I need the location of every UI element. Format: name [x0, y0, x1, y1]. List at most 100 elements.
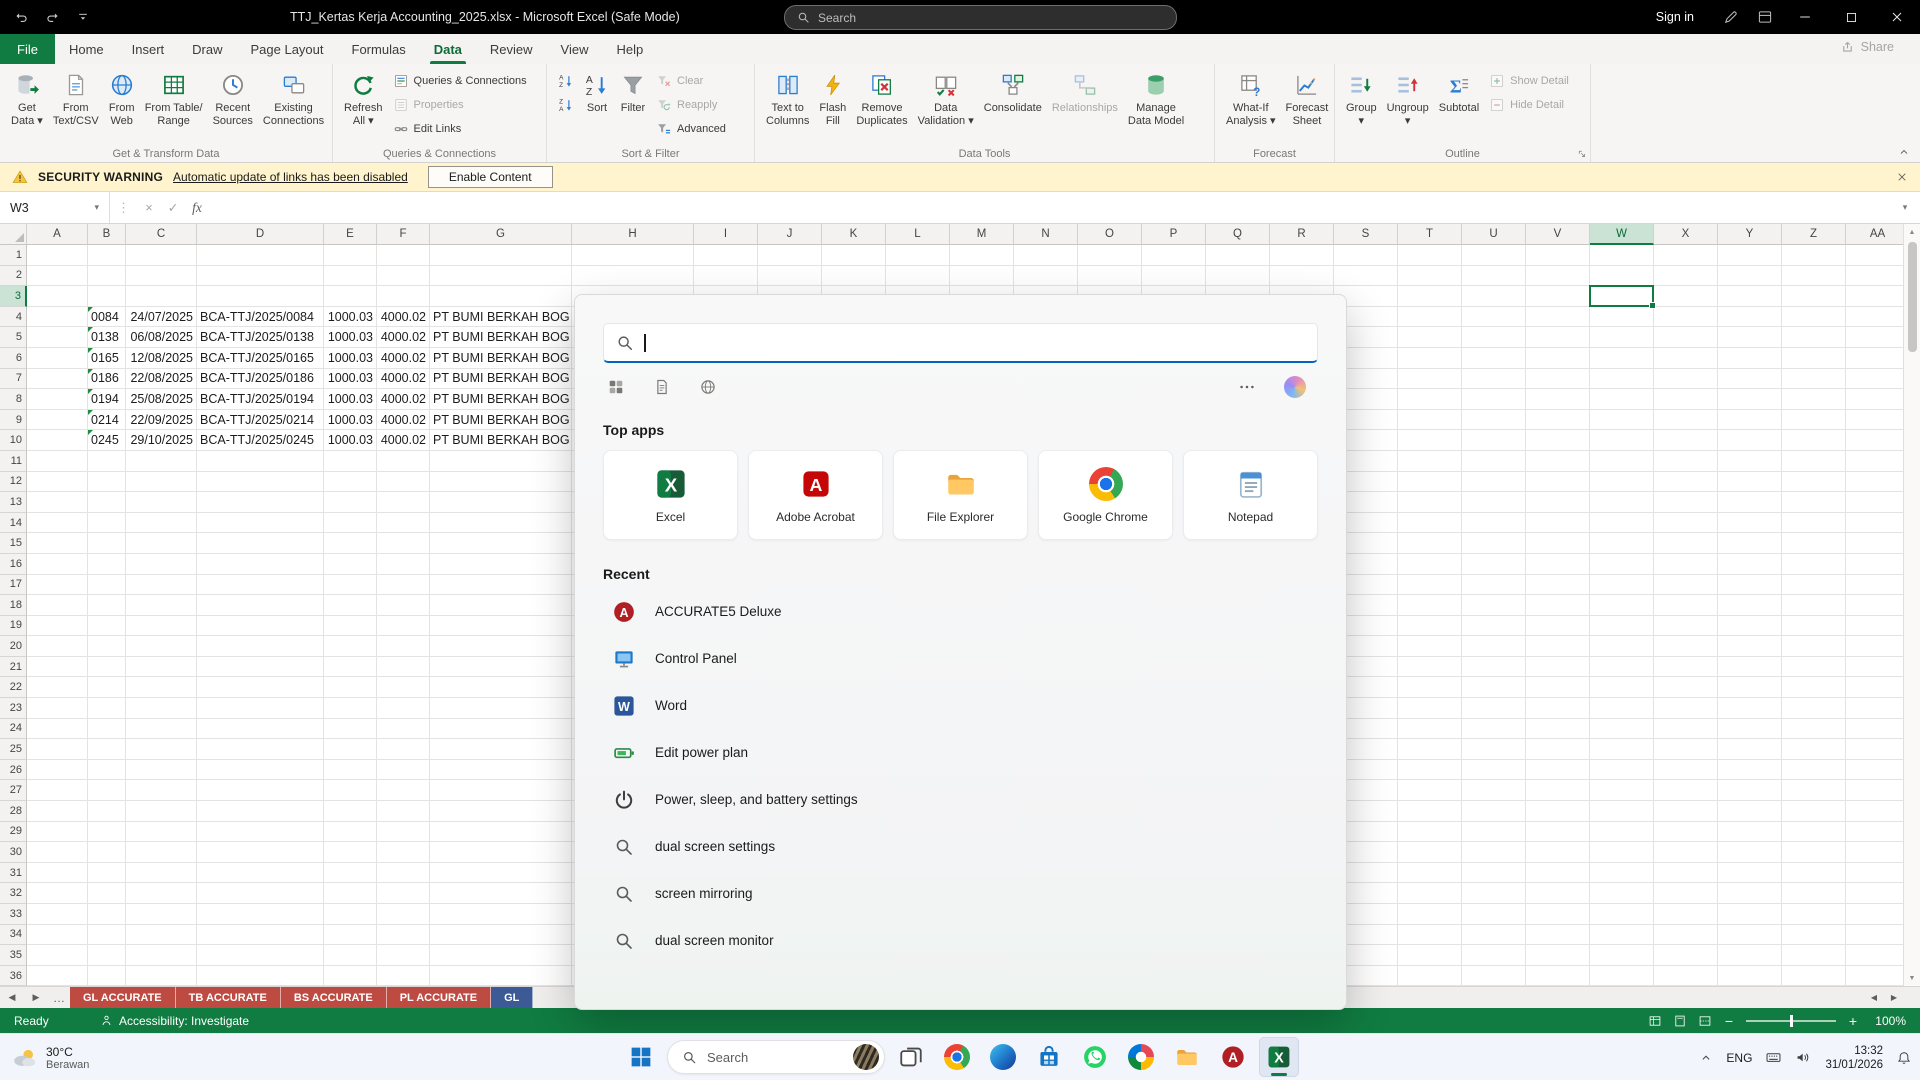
cell-AA1[interactable] [1846, 245, 1903, 266]
cell-S1[interactable] [1334, 245, 1398, 266]
cell-W25[interactable] [1590, 739, 1654, 760]
cell-G20[interactable] [430, 636, 572, 657]
cell-G34[interactable] [430, 925, 572, 946]
cell-W10[interactable] [1590, 430, 1654, 451]
cell-U6[interactable] [1462, 348, 1526, 369]
ungroup-button[interactable]: Ungroup▾ [1382, 66, 1434, 128]
cell-M1[interactable] [950, 245, 1014, 266]
row-header-22[interactable]: 22 [0, 677, 27, 698]
cell-D28[interactable] [197, 801, 324, 822]
cell-B16[interactable] [88, 554, 126, 575]
cell-E36[interactable] [324, 966, 377, 986]
cell-Z19[interactable] [1782, 616, 1846, 637]
cell-B25[interactable] [88, 739, 126, 760]
row-header-20[interactable]: 20 [0, 636, 27, 657]
row-header-25[interactable]: 25 [0, 739, 27, 760]
cell-E1[interactable] [324, 245, 377, 266]
taskbar-icon-accurate5[interactable]: A [1213, 1037, 1253, 1077]
top-app-adobe-acrobat[interactable]: AAdobe Acrobat [748, 450, 883, 540]
cell-E6[interactable]: 1000.03 [324, 348, 377, 369]
cell-U25[interactable] [1462, 739, 1526, 760]
cell-E12[interactable] [324, 472, 377, 493]
recent-item-accurate5-deluxe[interactable]: AACCURATE5 Deluxe [603, 588, 1318, 635]
cell-E8[interactable]: 1000.03 [324, 389, 377, 410]
cell-E31[interactable] [324, 863, 377, 884]
cell-G29[interactable] [430, 822, 572, 843]
cell-U14[interactable] [1462, 513, 1526, 534]
flash-fill-button[interactable]: FlashFill [814, 66, 851, 128]
cell-Z22[interactable] [1782, 677, 1846, 698]
cell-Z21[interactable] [1782, 657, 1846, 678]
cell-Z23[interactable] [1782, 698, 1846, 719]
cell-Y14[interactable] [1718, 513, 1782, 534]
cell-Y24[interactable] [1718, 719, 1782, 740]
cell-AA14[interactable] [1846, 513, 1903, 534]
cell-A28[interactable] [27, 801, 88, 822]
row-header-21[interactable]: 21 [0, 657, 27, 678]
row-header-13[interactable]: 13 [0, 492, 27, 513]
taskbar-icon-whatsapp[interactable] [1075, 1037, 1115, 1077]
cell-C22[interactable] [126, 677, 197, 698]
cell-AA34[interactable] [1846, 925, 1903, 946]
cell-W4[interactable] [1590, 307, 1654, 328]
cell-C4[interactable]: 24/07/2025 [126, 307, 197, 328]
customize-quick-access-icon[interactable] [76, 10, 90, 24]
row-header-35[interactable]: 35 [0, 945, 27, 966]
sheet-tab-bs-accurate[interactable]: BS ACCURATE [281, 987, 387, 1008]
cell-G35[interactable] [430, 945, 572, 966]
cell-V22[interactable] [1526, 677, 1590, 698]
cell-T26[interactable] [1398, 760, 1462, 781]
cell-E24[interactable] [324, 719, 377, 740]
cell-Z3[interactable] [1782, 286, 1846, 307]
cell-F10[interactable]: 4000.02 [377, 430, 430, 451]
cell-AA10[interactable] [1846, 430, 1903, 451]
cell-X30[interactable] [1654, 842, 1718, 863]
cell-E14[interactable] [324, 513, 377, 534]
windows-search-input[interactable] [603, 323, 1318, 363]
cell-T17[interactable] [1398, 575, 1462, 596]
cell-F31[interactable] [377, 863, 430, 884]
cell-W30[interactable] [1590, 842, 1654, 863]
cell-AA19[interactable] [1846, 616, 1903, 637]
cell-T1[interactable] [1398, 245, 1462, 266]
cell-W1[interactable] [1590, 245, 1654, 266]
cell-T6[interactable] [1398, 348, 1462, 369]
taskbar-icon-task-view[interactable] [891, 1037, 931, 1077]
cell-U9[interactable] [1462, 410, 1526, 431]
cell-U36[interactable] [1462, 966, 1526, 986]
cell-X28[interactable] [1654, 801, 1718, 822]
cell-E28[interactable] [324, 801, 377, 822]
cell-D32[interactable] [197, 883, 324, 904]
cell-G23[interactable] [430, 698, 572, 719]
cell-G12[interactable] [430, 472, 572, 493]
cell-F18[interactable] [377, 595, 430, 616]
cell-F34[interactable] [377, 925, 430, 946]
cell-B18[interactable] [88, 595, 126, 616]
cell-H1[interactable] [572, 245, 694, 266]
cell-B15[interactable] [88, 533, 126, 554]
cell-W29[interactable] [1590, 822, 1654, 843]
cell-Z4[interactable] [1782, 307, 1846, 328]
cell-B23[interactable] [88, 698, 126, 719]
cell-R1[interactable] [1270, 245, 1334, 266]
collapse-ribbon-icon[interactable] [1898, 146, 1910, 158]
cell-B34[interactable] [88, 925, 126, 946]
cell-Y18[interactable] [1718, 595, 1782, 616]
cell-X24[interactable] [1654, 719, 1718, 740]
cell-U2[interactable] [1462, 266, 1526, 287]
cell-G28[interactable] [430, 801, 572, 822]
cell-G2[interactable] [430, 266, 572, 287]
cell-AA4[interactable] [1846, 307, 1903, 328]
cell-X29[interactable] [1654, 822, 1718, 843]
column-header-i[interactable]: I [694, 224, 758, 245]
redo-icon[interactable] [45, 10, 60, 25]
cell-F36[interactable] [377, 966, 430, 986]
cell-C9[interactable]: 22/09/2025 [126, 410, 197, 431]
row-header-15[interactable]: 15 [0, 533, 27, 554]
cell-T32[interactable] [1398, 883, 1462, 904]
cell-U23[interactable] [1462, 698, 1526, 719]
cell-V25[interactable] [1526, 739, 1590, 760]
cell-A22[interactable] [27, 677, 88, 698]
cell-U32[interactable] [1462, 883, 1526, 904]
cell-T29[interactable] [1398, 822, 1462, 843]
